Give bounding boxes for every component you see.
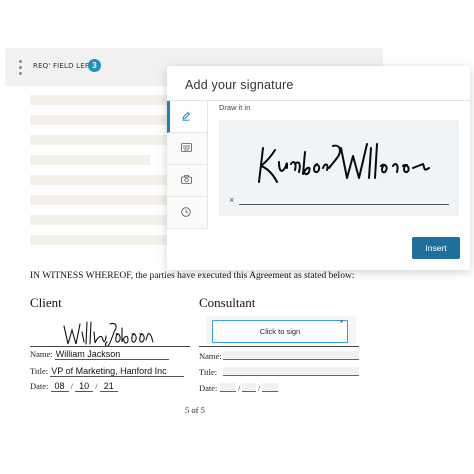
keyboard-icon xyxy=(181,143,192,152)
placeholder-line xyxy=(30,175,170,185)
required-count-badge[interactable]: 3 xyxy=(88,59,101,72)
placeholder-line xyxy=(30,95,170,105)
tab-draw[interactable] xyxy=(167,101,207,133)
tab-saved[interactable] xyxy=(167,197,207,229)
client-title-row: Title: VP of Marketing, Hanford Inc xyxy=(30,366,185,377)
client-date-row: Date: 08 / 10 / 21 xyxy=(30,381,118,392)
draw-instruction: Draw it in xyxy=(219,103,251,112)
placeholder-line xyxy=(30,135,170,145)
client-date-label: Date: xyxy=(30,381,49,391)
client-date-day-field[interactable]: 10 xyxy=(75,381,94,392)
tab-type[interactable] xyxy=(167,133,207,165)
drawn-signature xyxy=(258,143,430,183)
date-separator: / xyxy=(238,383,241,393)
consultant-heading: Consultant xyxy=(199,295,256,310)
consultant-signature-line xyxy=(199,346,359,347)
insert-button[interactable]: Insert xyxy=(412,237,460,259)
consultant-date-year-field[interactable] xyxy=(262,383,278,392)
page-number: 5 of 5 xyxy=(185,405,205,415)
required-marker: * xyxy=(340,319,344,328)
pen-icon xyxy=(182,111,191,121)
client-name-row: Name: William Jackson xyxy=(30,349,169,360)
date-separator: / xyxy=(95,381,98,391)
placeholder-line xyxy=(30,195,170,205)
client-signature-line xyxy=(30,346,190,347)
placeholder-line xyxy=(30,155,150,165)
signature-baseline xyxy=(239,204,449,205)
modal-divider xyxy=(167,100,470,101)
consultant-name-row: Name: xyxy=(199,351,222,361)
consultant-date-row: Date: xyxy=(199,383,217,393)
clock-icon xyxy=(181,207,191,217)
client-date-month-field[interactable]: 08 xyxy=(50,381,69,392)
client-heading: Client xyxy=(30,295,62,310)
client-title-field[interactable]: VP of Marketing, Hanford Inc xyxy=(50,366,185,377)
placeholder-line xyxy=(30,115,170,125)
consultant-name-field[interactable] xyxy=(223,351,359,360)
required-fields-label: REQ' FIELD LEFT xyxy=(33,62,94,70)
placeholder-line xyxy=(30,215,170,225)
camera-icon xyxy=(181,175,192,184)
signature-method-tabs xyxy=(167,101,207,229)
consultant-title-row: Title: xyxy=(199,367,217,377)
drag-handle-icon[interactable] xyxy=(19,60,23,78)
signature-modal: Add your signature Draw it in × Insert xyxy=(167,66,470,270)
consultant-date-month-field[interactable] xyxy=(220,383,236,392)
witness-statement: IN WITNESS WHEREOF, the parties have exe… xyxy=(30,271,355,281)
client-name-label: Name: xyxy=(30,349,53,359)
client-date-year-field[interactable]: 21 xyxy=(99,381,118,392)
clear-signature-icon[interactable]: × xyxy=(229,195,234,205)
click-to-sign-button[interactable]: Click to sign xyxy=(212,320,348,343)
consultant-date-day-field[interactable] xyxy=(242,383,256,392)
tab-upload[interactable] xyxy=(167,165,207,197)
client-title-label: Title: xyxy=(30,366,49,376)
modal-title: Add your signature xyxy=(185,78,294,92)
signature-draw-pad[interactable] xyxy=(219,120,459,216)
date-separator: / xyxy=(70,381,74,391)
consultant-title-label: Title: xyxy=(199,367,218,377)
consultant-date-label: Date: xyxy=(199,383,218,393)
date-separator: / xyxy=(258,383,261,393)
consultant-name-label: Name: xyxy=(199,351,222,361)
placeholder-line xyxy=(30,235,170,245)
tab-separator xyxy=(207,101,208,229)
consultant-title-field[interactable] xyxy=(223,367,359,376)
client-name-field[interactable]: William Jackson xyxy=(54,349,169,360)
